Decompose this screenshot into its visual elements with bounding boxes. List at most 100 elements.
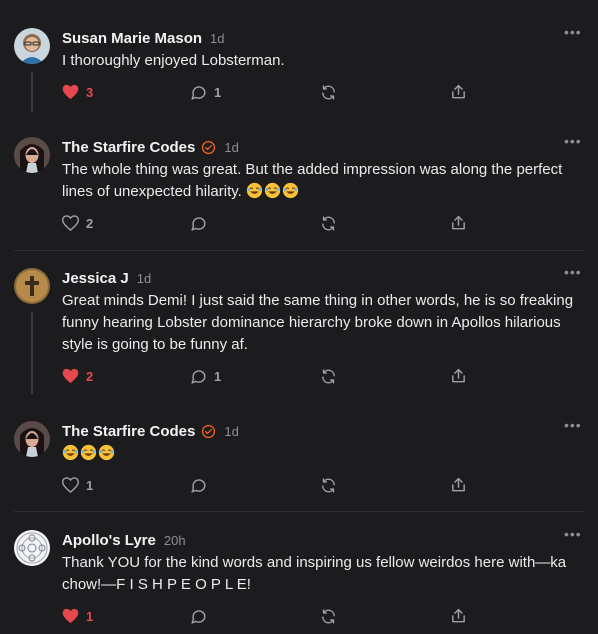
thread-line [31,72,33,112]
like-count: 3 [86,84,94,100]
timestamp[interactable]: 1d [210,31,224,46]
restack-button[interactable] [320,366,337,386]
reply-count: 1 [214,368,222,384]
laughing-emoji-icon [62,444,79,461]
laughing-emoji-icon [264,182,281,199]
more-options-ellipsis-icon[interactable]: ••• [564,527,581,546]
action-bar: 1 [62,475,480,495]
like-count: 2 [86,215,94,231]
action-bar: 3 1 [62,82,480,102]
avatar[interactable] [14,268,50,304]
comment-body: I thoroughly enjoyed Lobsterman. [62,50,580,72]
reply-button[interactable]: 1 [190,366,221,386]
like-button[interactable]: 2 [62,213,93,233]
comment-body: Great minds Demi! I just said the same t… [62,290,580,356]
author-name[interactable]: Apollo's Lyre [62,532,156,549]
author-name[interactable]: Susan Marie Mason [62,30,202,47]
emoji-laughing [246,182,300,200]
action-bar: 1 [62,606,480,626]
thread-line [31,312,33,394]
restack-button[interactable] [320,82,337,102]
comment-feed: Susan Marie Mason 1d ••• I thoroughly en… [0,0,598,634]
avatar[interactable] [14,28,50,64]
divider [14,511,584,512]
avatar[interactable] [14,137,50,173]
restack-icon [322,477,335,493]
heart-icon [62,368,79,384]
more-options-ellipsis-icon[interactable]: ••• [564,134,581,153]
like-button[interactable]: 1 [62,606,93,626]
reply-button[interactable] [190,606,207,626]
like-button[interactable]: 2 [62,366,93,386]
author-name[interactable]: Jessica J [62,270,129,287]
timestamp[interactable]: 1d [137,271,151,286]
share-button[interactable] [450,366,467,386]
check-badge-icon [202,424,216,438]
action-bar: 2 [62,213,480,233]
comment-header: The Starfire Codes 1d [62,137,239,157]
author-name[interactable]: The Starfire Codes [62,423,195,440]
timestamp[interactable]: 1d [224,140,238,155]
share-button[interactable] [450,606,467,626]
restack-icon [322,84,335,100]
like-count: 1 [86,477,94,493]
more-options-ellipsis-icon[interactable]: ••• [564,265,581,284]
comment-text: Thank YOU for the kind words and inspiri… [62,554,567,593]
comment-header: Apollo's Lyre 20h [62,530,186,550]
more-options-ellipsis-icon[interactable]: ••• [564,25,581,44]
share-button[interactable] [450,213,467,233]
reply-button[interactable] [190,475,207,495]
speech-bubble-icon [191,369,206,384]
laughing-emoji-icon [282,182,299,199]
avatar[interactable] [14,530,50,566]
share-button[interactable] [450,475,467,495]
comment-header: Susan Marie Mason 1d [62,28,225,48]
reply-button[interactable] [190,213,207,233]
comment-body [62,443,580,465]
more-options-ellipsis-icon[interactable]: ••• [564,418,581,437]
heart-icon [62,84,79,100]
divider [14,250,584,251]
like-button[interactable]: 3 [62,82,93,102]
restack-button[interactable] [320,606,337,626]
share-button[interactable] [450,82,467,102]
comment-body: Thank YOU for the kind words and inspiri… [62,552,580,596]
restack-icon [322,215,335,231]
restack-button[interactable] [320,475,337,495]
author-name[interactable]: The Starfire Codes [62,139,195,156]
speech-bubble-icon [191,609,206,624]
comment-text: Great minds Demi! I just said the same t… [62,292,574,353]
comment-body: The whole thing was great. But the added… [62,159,580,203]
heart-icon [62,477,79,493]
like-count: 2 [86,368,94,384]
restack-icon [322,368,335,384]
share-icon [452,215,465,230]
action-bar: 2 1 [62,366,480,386]
comment-text: The whole thing was great. But the added… [62,161,563,200]
share-icon [452,84,465,99]
speech-bubble-icon [191,478,206,493]
heart-icon [62,215,79,231]
comment-header: The Starfire Codes 1d [62,421,239,441]
laughing-emoji-icon [98,444,115,461]
heart-icon [62,608,79,624]
timestamp[interactable]: 1d [224,424,238,439]
reply-count: 1 [214,84,222,100]
like-count: 1 [86,608,94,624]
restack-button[interactable] [320,213,337,233]
share-icon [452,477,465,492]
share-icon [452,608,465,623]
speech-bubble-icon [191,216,206,231]
timestamp[interactable]: 20h [164,533,186,548]
laughing-emoji-icon [246,182,263,199]
laughing-emoji-icon [80,444,97,461]
reply-button[interactable]: 1 [190,82,221,102]
emoji-laughing [62,444,116,462]
check-badge-icon [202,140,216,154]
restack-icon [322,608,335,624]
comment-header: Jessica J 1d [62,268,151,288]
avatar[interactable] [14,421,50,457]
share-icon [452,368,465,383]
comment-text: I thoroughly enjoyed Lobsterman. [62,52,285,69]
like-button[interactable]: 1 [62,475,93,495]
